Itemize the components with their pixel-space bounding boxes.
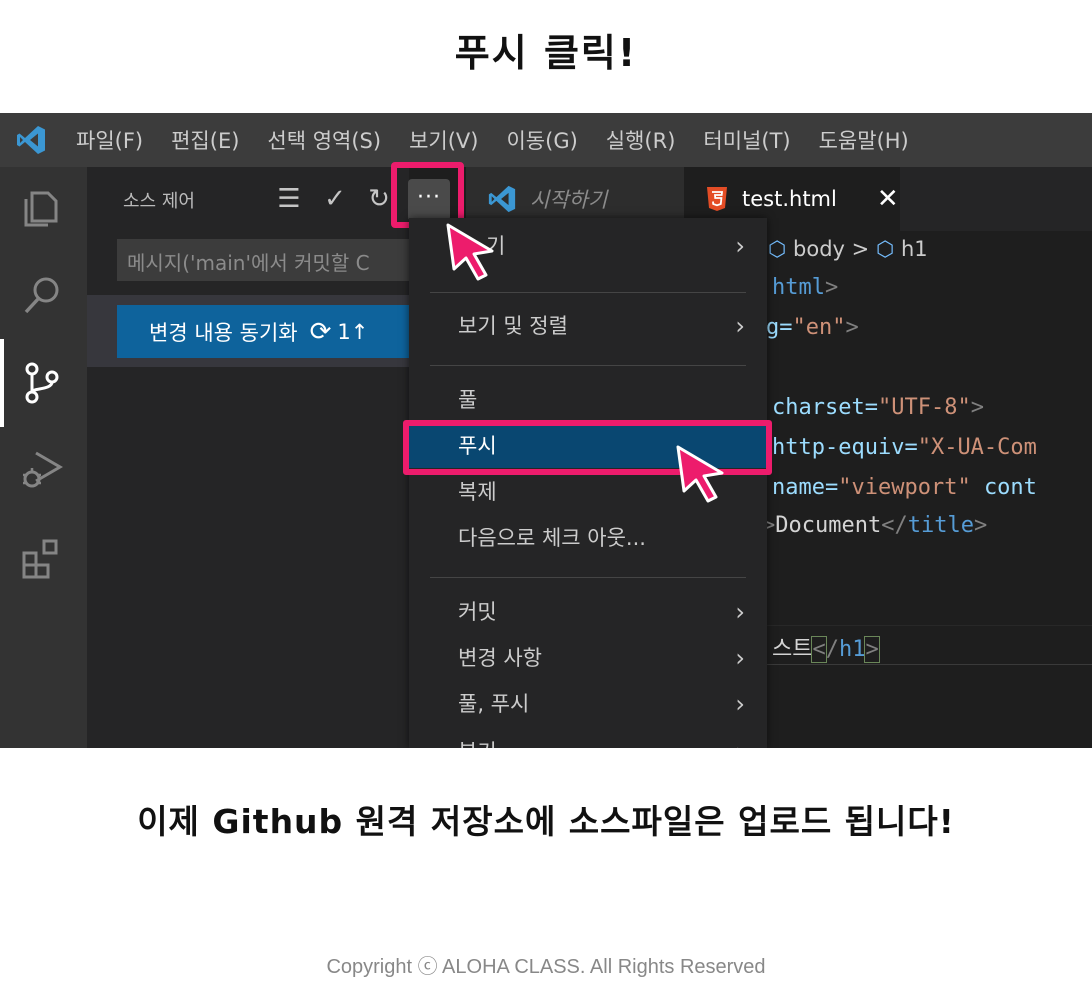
cube-icon: ⬡ <box>768 237 787 261</box>
copyright-text: Copyright ⓒ ALOHA CLASS. All Rights Rese… <box>326 956 766 978</box>
pointer-cursor-icon <box>676 445 724 503</box>
code-text: Document <box>775 513 882 538</box>
menu-item-label: 복제 <box>458 480 497 504</box>
search-icon[interactable] <box>18 271 66 319</box>
vscode-logo-icon <box>0 113 62 167</box>
menu-go[interactable]: 이동(G) <box>492 125 591 155</box>
menu-item-label: 분기 <box>458 740 497 748</box>
vscode-window: 파일(F) 편집(E) 선택 영역(S) 보기(V) 이동(G) 실행(R) 터… <box>0 113 1092 748</box>
menu-terminal[interactable]: 터미널(T) <box>689 125 804 155</box>
code-string: "UTF-8" <box>877 395 971 420</box>
menu-separator <box>430 577 746 578</box>
commit-check-icon[interactable]: ✓ <box>319 181 351 217</box>
html5-icon <box>707 187 727 211</box>
sync-count: 1↑ <box>337 319 369 344</box>
menu-item-view-sort[interactable]: 보기 및 정렬 › <box>409 304 767 348</box>
breadcrumb-body[interactable]: body <box>793 237 845 261</box>
code-tag: html <box>772 275 825 300</box>
menu-help[interactable]: 도움말(H) <box>805 125 923 155</box>
menu-file[interactable]: 파일(F) <box>62 125 157 155</box>
menu-item-checkout-to[interactable]: 다음으로 체크 아웃... <box>409 516 767 560</box>
caption-top: 푸시 클릭! <box>454 31 638 75</box>
vscode-logo-icon <box>488 185 516 213</box>
code-attr: cont <box>983 475 1037 500</box>
sync-icon: ⟳ <box>309 316 332 347</box>
close-icon[interactable]: ✕ <box>877 184 899 214</box>
code-string: "viewport" <box>838 475 971 500</box>
chevron-right-icon: › <box>735 690 745 718</box>
code-tag: h1 <box>838 637 866 662</box>
code-attr: charset= <box>772 395 878 420</box>
code-line-5[interactable]: name="viewport" cont <box>772 475 1037 500</box>
code-line-7[interactable]: 스트</h1> <box>772 631 880 663</box>
source-control-panel: 소스 제어 ☰ ✓ ↻ 메시지('main'에서 커밋할 C 변경 내용 동기화… <box>87 167 417 748</box>
menu-item-branch[interactable]: 분기 › <box>409 730 767 748</box>
menu-run[interactable]: 실행(R) <box>592 125 690 155</box>
menu-view[interactable]: 보기(V) <box>395 125 492 155</box>
view-as-tree-icon[interactable]: ☰ <box>273 181 305 217</box>
cube-icon: ⬡ <box>875 237 895 261</box>
chevron-right-icon: › <box>735 312 745 340</box>
code-string: "X-UA-Com <box>917 435 1037 460</box>
active-indicator <box>0 339 4 427</box>
menu-edit[interactable]: 편집(E) <box>157 125 253 155</box>
code-attr: name= <box>772 475 839 500</box>
chevron-right-icon: › <box>735 598 745 626</box>
menu-item-label: 커밋 <box>458 600 497 624</box>
tab-label: test.html <box>742 187 837 211</box>
code-line-3[interactable]: charset="UTF-8"> <box>772 395 984 420</box>
chevron-right-icon: › <box>735 644 745 672</box>
menu-selection[interactable]: 선택 영역(S) <box>253 125 395 155</box>
menu-item-label: 풀 <box>458 388 478 412</box>
breadcrumb: ⬡ body > ⬡ h1 <box>768 237 928 261</box>
sync-changes-button[interactable]: 변경 내용 동기화 ⟳ 1↑ <box>117 305 417 358</box>
source-control-icon[interactable] <box>18 359 66 407</box>
breadcrumb-separator: > <box>851 237 870 261</box>
panel-title: 소스 제어 <box>123 191 195 212</box>
code-line-2[interactable]: g="en"> <box>766 315 859 340</box>
code-text: 스트 <box>772 637 813 662</box>
extensions-icon[interactable] <box>18 533 66 581</box>
code-tag: title <box>907 513 974 538</box>
menu-bar: 파일(F) 편집(E) 선택 영역(S) 보기(V) 이동(G) 실행(R) 터… <box>0 113 1092 167</box>
menu-item-pull[interactable]: 풀 <box>409 378 767 422</box>
code-line-1[interactable]: html> <box>772 275 838 300</box>
code-string: "en" <box>792 315 846 340</box>
menu-item-changes[interactable]: 변경 사항 › <box>409 636 767 680</box>
sync-button-label: 변경 내용 동기화 <box>149 320 298 345</box>
tab-label: 시작하기 <box>530 188 608 212</box>
pointer-cursor-icon <box>446 223 494 281</box>
menu-item-label: 풀, 푸시 <box>458 692 530 716</box>
code-attr: http-equiv= <box>772 435 918 460</box>
activity-bar <box>0 167 87 748</box>
chevron-right-icon: › <box>735 730 745 748</box>
menu-separator <box>430 365 746 366</box>
code-attr: g= <box>766 315 793 340</box>
commit-message-input[interactable]: 메시지('main'에서 커밋할 C <box>117 239 409 281</box>
code-line-6[interactable]: >Document</title> <box>762 513 987 538</box>
explorer-icon[interactable] <box>18 183 66 231</box>
run-debug-icon[interactable] <box>18 445 66 493</box>
menu-item-pull-push[interactable]: 풀, 푸시 › <box>409 682 767 726</box>
caption-bottom: 이제 Github 원격 저장소에 소스파일은 업로드 됩니다! <box>137 802 955 841</box>
menu-item-label: 변경 사항 <box>458 646 542 670</box>
menu-item-label: 보기 및 정렬 <box>458 314 568 338</box>
menu-separator <box>430 292 746 293</box>
code-line-4[interactable]: http-equiv="X-UA-Com <box>772 435 1037 460</box>
chevron-right-icon: › <box>735 232 745 260</box>
breadcrumb-h1[interactable]: h1 <box>901 237 928 261</box>
menu-item-label: 다음으로 체크 아웃... <box>458 526 646 550</box>
menu-item-commit[interactable]: 커밋 › <box>409 590 767 634</box>
